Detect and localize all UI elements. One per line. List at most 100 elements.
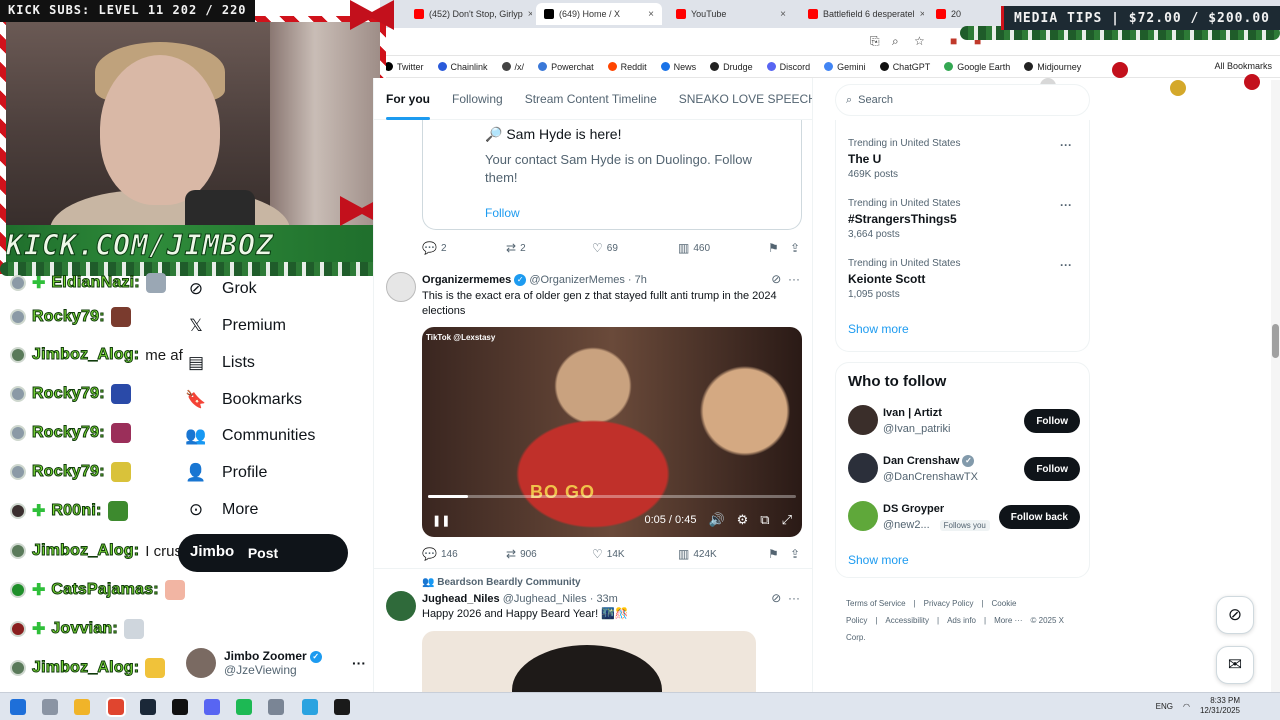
avatar[interactable] bbox=[848, 453, 878, 483]
bookmark-drudge[interactable]: Drudge bbox=[710, 62, 753, 72]
bookmark-powerchat[interactable]: Powerchat bbox=[538, 62, 594, 72]
install-icon[interactable]: ⎘ bbox=[870, 34, 880, 49]
close-tab-icon[interactable]: × bbox=[528, 9, 532, 20]
nav-item-bookmarks[interactable]: 🔖 Bookmarks bbox=[185, 385, 302, 415]
trend-more-icon[interactable]: ··· bbox=[1060, 198, 1072, 212]
tab-following[interactable]: Following bbox=[452, 78, 503, 120]
app-icon-2[interactable] bbox=[334, 699, 350, 715]
video-player[interactable]: TikTok @Lexstasy BO GO ❚❚ 0:05 / 0:45 🔊 … bbox=[422, 327, 802, 537]
trend-more-icon[interactable]: ··· bbox=[1060, 258, 1072, 272]
extension-icon[interactable]: ■ bbox=[950, 34, 957, 48]
star-icon[interactable]: ☆ bbox=[914, 34, 925, 48]
trend-more-icon[interactable]: ··· bbox=[1060, 138, 1072, 152]
bookmark-chainlink[interactable]: Chainlink bbox=[437, 62, 488, 72]
close-tab-icon[interactable]: × bbox=[920, 9, 924, 20]
trend-item[interactable]: Trending in United States Keionte Scott 1,… bbox=[848, 258, 1078, 310]
language-indicator[interactable]: ENG bbox=[1156, 702, 1173, 711]
follow-button[interactable]: Follow bbox=[1024, 409, 1080, 433]
bookmark-button[interactable]: ⚑ bbox=[768, 241, 790, 255]
follow-suggestion[interactable]: Ivan | Artizt @Ivan_patriki Follow bbox=[848, 405, 1080, 439]
bookmark-midjourney[interactable]: Midjourney bbox=[1024, 62, 1081, 72]
steam-icon[interactable] bbox=[140, 699, 156, 715]
post-image[interactable] bbox=[422, 631, 756, 692]
browser-tab[interactable]: 20 bbox=[928, 3, 988, 25]
messages-fab-icon[interactable]: ✉ bbox=[1216, 646, 1254, 684]
post-jughead[interactable]: 👥 Beardson Beardly Community Jughead_Nil… bbox=[374, 568, 812, 692]
bookmark-reddit[interactable]: Reddit bbox=[607, 62, 647, 72]
nav-item-premium[interactable]: 𝕏 Premium bbox=[186, 311, 286, 341]
nav-item-grok[interactable]: ⊘ Grok bbox=[186, 274, 257, 304]
avatar[interactable] bbox=[386, 272, 416, 302]
terminal-icon[interactable] bbox=[172, 699, 188, 715]
trends-show-more-link[interactable]: Show more bbox=[848, 322, 909, 336]
pip-icon[interactable]: ⧉ bbox=[760, 512, 769, 528]
nav-item-lists[interactable]: ▤ Lists bbox=[186, 348, 255, 378]
app-icon[interactable] bbox=[268, 699, 284, 715]
trend-item[interactable]: Trending in United States The U 469K posts… bbox=[848, 138, 1078, 190]
settings-icon[interactable]: ⚙ bbox=[737, 512, 749, 528]
volume-icon[interactable]: 🔊 bbox=[708, 512, 724, 528]
zoom-icon[interactable]: ⌕ bbox=[892, 34, 899, 49]
views-button[interactable]: ▥ 460 bbox=[678, 241, 768, 255]
task-view-icon[interactable] bbox=[42, 699, 58, 715]
browser-tab[interactable]: (452) Don't Stop, Girlyp × bbox=[406, 3, 532, 25]
reply-button[interactable]: 💬 2 bbox=[422, 241, 506, 255]
avatar[interactable] bbox=[848, 405, 878, 435]
search-input[interactable]: ⌕ Search bbox=[835, 84, 1090, 116]
like-button[interactable]: ♡ 14K bbox=[592, 547, 678, 561]
file-explorer-icon[interactable] bbox=[74, 699, 90, 715]
grok-fab-icon[interactable]: ⊘ bbox=[1216, 596, 1254, 634]
telegram-icon[interactable] bbox=[302, 699, 318, 715]
browser-tab[interactable]: Battlefield 6 desperatel × bbox=[800, 3, 924, 25]
nav-item-communities[interactable]: 👥 Communities bbox=[185, 421, 315, 451]
account-switcher[interactable]: Jimbo Zoomer ✓ @JzeViewing ··· bbox=[186, 645, 366, 681]
bookmark-button[interactable]: ⚑ bbox=[768, 547, 790, 561]
close-tab-icon[interactable]: × bbox=[648, 9, 654, 20]
close-tab-icon[interactable]: × bbox=[780, 9, 786, 20]
follow-suggestion[interactable]: Dan Crenshaw ✓ @DanCrenshawTX Follow bbox=[848, 453, 1080, 487]
share-button[interactable]: ⇪ bbox=[790, 547, 800, 561]
views-button[interactable]: ▥ 424K bbox=[678, 547, 768, 561]
bookmark-gemini[interactable]: Gemini bbox=[824, 62, 866, 72]
follow-button[interactable]: Follow back bbox=[998, 505, 1080, 529]
bookmark-news[interactable]: News bbox=[660, 62, 696, 72]
more-options-icon[interactable]: ··· bbox=[352, 655, 366, 671]
windows-start-icon[interactable] bbox=[10, 699, 26, 715]
browser-tab[interactable]: (649) Home / X × bbox=[536, 3, 662, 25]
card-follow-link[interactable]: Follow bbox=[485, 206, 520, 220]
bookmark-twitter[interactable]: Twitter bbox=[384, 62, 424, 72]
fullscreen-icon[interactable]: ⤢ bbox=[782, 512, 792, 528]
post-menu-icons[interactable]: ⊘ ··· bbox=[771, 272, 800, 286]
discord-icon[interactable] bbox=[204, 699, 220, 715]
follow-button[interactable]: Follow bbox=[1024, 457, 1080, 481]
repost-button[interactable]: ⇄ 2 bbox=[506, 241, 592, 255]
wifi-icon[interactable]: ◠ bbox=[1183, 702, 1190, 711]
nav-item-profile[interactable]: 👤 Profile bbox=[185, 458, 267, 488]
chrome-icon[interactable] bbox=[106, 697, 126, 717]
bookmark-discord[interactable]: Discord bbox=[766, 62, 810, 72]
bookmark-google-earth[interactable]: Google Earth bbox=[944, 62, 1010, 72]
bookmark-chatgpt[interactable]: ChatGPT bbox=[879, 62, 930, 72]
all-bookmarks-button[interactable]: All Bookmarks bbox=[1214, 61, 1272, 71]
bookmark--x-[interactable]: /x/ bbox=[501, 62, 524, 72]
trend-item[interactable]: Trending in United States #StrangersThing… bbox=[848, 198, 1078, 250]
post-menu-icons[interactable]: ⊘ ··· bbox=[771, 591, 800, 605]
footer-link[interactable]: Accessibility bbox=[885, 616, 929, 625]
who-to-follow-show-more-link[interactable]: Show more bbox=[848, 553, 909, 567]
video-progress-bar[interactable] bbox=[428, 495, 796, 498]
footer-link[interactable]: Terms of Service bbox=[846, 599, 906, 608]
footer-link[interactable]: Privacy Policy bbox=[924, 599, 974, 608]
repost-button[interactable]: ⇄ 906 bbox=[506, 547, 592, 561]
avatar[interactable] bbox=[386, 591, 416, 621]
nav-item-more[interactable]: ⊙ More bbox=[186, 495, 259, 525]
browser-tab[interactable]: YouTube × bbox=[668, 3, 794, 25]
like-button[interactable]: ♡ 69 bbox=[592, 241, 678, 255]
reply-button[interactable]: 💬 146 bbox=[422, 547, 506, 561]
tab-stream-content-timeline[interactable]: Stream Content Timeline bbox=[525, 78, 657, 120]
page-scrollbar[interactable] bbox=[1271, 80, 1280, 692]
tab-sneako-love-speech[interactable]: SNEAKO LOVE SPEECH bbox=[679, 78, 812, 120]
follow-suggestion[interactable]: DS Groyper @new2... Follows you Follow back bbox=[848, 501, 1080, 535]
footer-link[interactable]: Ads info bbox=[947, 616, 976, 625]
footer-link[interactable]: More ··· bbox=[994, 616, 1022, 625]
share-button[interactable]: ⇪ bbox=[790, 241, 800, 255]
